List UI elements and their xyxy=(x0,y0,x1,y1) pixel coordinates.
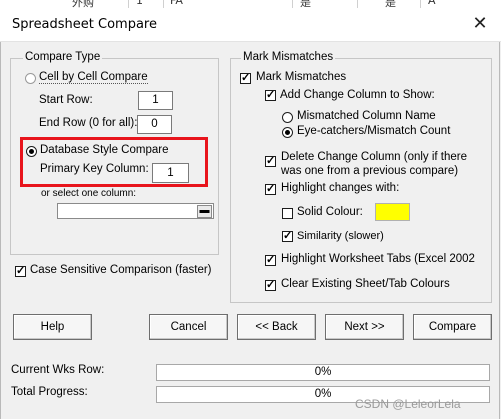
solid-colour-label[interactable]: Solid Colour: xyxy=(297,206,363,218)
delete-change-column-checkbox[interactable]: ✓ xyxy=(265,156,276,167)
eye-catchers-radio[interactable] xyxy=(282,127,293,138)
database-style-label[interactable]: Database Style Compare xyxy=(40,144,168,156)
highlight-changes-label[interactable]: Highlight changes with: xyxy=(281,182,399,194)
select-column-combo[interactable] xyxy=(57,203,214,219)
mismatched-column-name-radio[interactable] xyxy=(282,112,293,123)
sheet-cell: FA xyxy=(170,0,183,7)
highlight-changes-checkbox[interactable]: ✓ xyxy=(265,184,276,195)
end-row-input[interactable]: 0 xyxy=(137,115,172,134)
cell-by-cell-label[interactable]: Cell by Cell Compare xyxy=(39,71,148,84)
compare-type-legend: Compare Type xyxy=(23,51,103,63)
primary-key-label: Primary Key Column: xyxy=(40,163,149,175)
case-sensitive-label[interactable]: Case Sensitive Comparison (faster) xyxy=(30,264,212,276)
dialog-title: Spreadsheet Compare xyxy=(12,17,157,32)
database-style-radio[interactable] xyxy=(26,146,37,157)
dropdown-icon[interactable]: ▬ xyxy=(197,205,212,218)
highlight-tabs-checkbox[interactable]: ✓ xyxy=(265,255,276,266)
cell-by-cell-radio[interactable] xyxy=(25,73,36,84)
similarity-checkbox[interactable]: ✓ xyxy=(282,231,293,242)
similarity-label[interactable]: Similarity (slower) xyxy=(297,230,384,242)
current-wks-row-progress: 0% xyxy=(156,364,490,381)
help-button[interactable]: Help xyxy=(13,314,92,340)
primary-key-input[interactable]: 1 xyxy=(152,163,189,183)
end-row-label: End Row (0 for all): xyxy=(39,117,138,129)
select-column-label: or select one column: xyxy=(41,188,137,199)
cancel-button[interactable]: Cancel xyxy=(149,314,228,340)
eye-catchers-label[interactable]: Eye-catchers/Mismatch Count xyxy=(297,125,450,137)
sheet-cell: A xyxy=(428,0,436,7)
mark-mismatches-legend: Mark Mismatches xyxy=(241,51,336,63)
close-icon[interactable]: ✕ xyxy=(467,12,493,36)
sheet-cell: 1 xyxy=(136,0,143,7)
total-progress-label: Total Progress: xyxy=(11,386,88,398)
solid-colour-checkbox[interactable] xyxy=(282,208,293,219)
delete-change-column-label-line2[interactable]: was one from a previous compare) xyxy=(281,165,458,177)
watermark: CSDN @LeleorLela xyxy=(355,397,461,411)
solid-colour-swatch[interactable] xyxy=(375,203,410,221)
add-change-column-checkbox[interactable]: ✓ xyxy=(265,90,276,101)
mark-mismatches-checkbox[interactable]: ✓ xyxy=(240,73,251,84)
compare-button[interactable]: Compare xyxy=(413,314,492,340)
start-row-input[interactable]: 1 xyxy=(138,91,173,110)
highlight-tabs-label[interactable]: Highlight Worksheet Tabs (Excel 2002 xyxy=(281,253,475,265)
mismatched-column-name-label[interactable]: Mismatched Column Name xyxy=(297,110,436,122)
back-button[interactable]: << Back xyxy=(237,314,316,340)
clear-colours-checkbox[interactable]: ✓ xyxy=(265,280,276,291)
add-change-column-label[interactable]: Add Change Column to Show: xyxy=(280,89,435,101)
clear-colours-label[interactable]: Clear Existing Sheet/Tab Colours xyxy=(281,278,450,290)
mark-mismatches-label[interactable]: Mark Mismatches xyxy=(256,71,346,83)
next-button[interactable]: Next >> xyxy=(325,314,404,340)
start-row-label: Start Row: xyxy=(39,94,93,106)
delete-change-column-label[interactable]: Delete Change Column (only if there xyxy=(281,151,467,163)
current-wks-row-label: Current Wks Row: xyxy=(11,364,105,376)
case-sensitive-checkbox[interactable]: ✓ xyxy=(15,266,26,277)
